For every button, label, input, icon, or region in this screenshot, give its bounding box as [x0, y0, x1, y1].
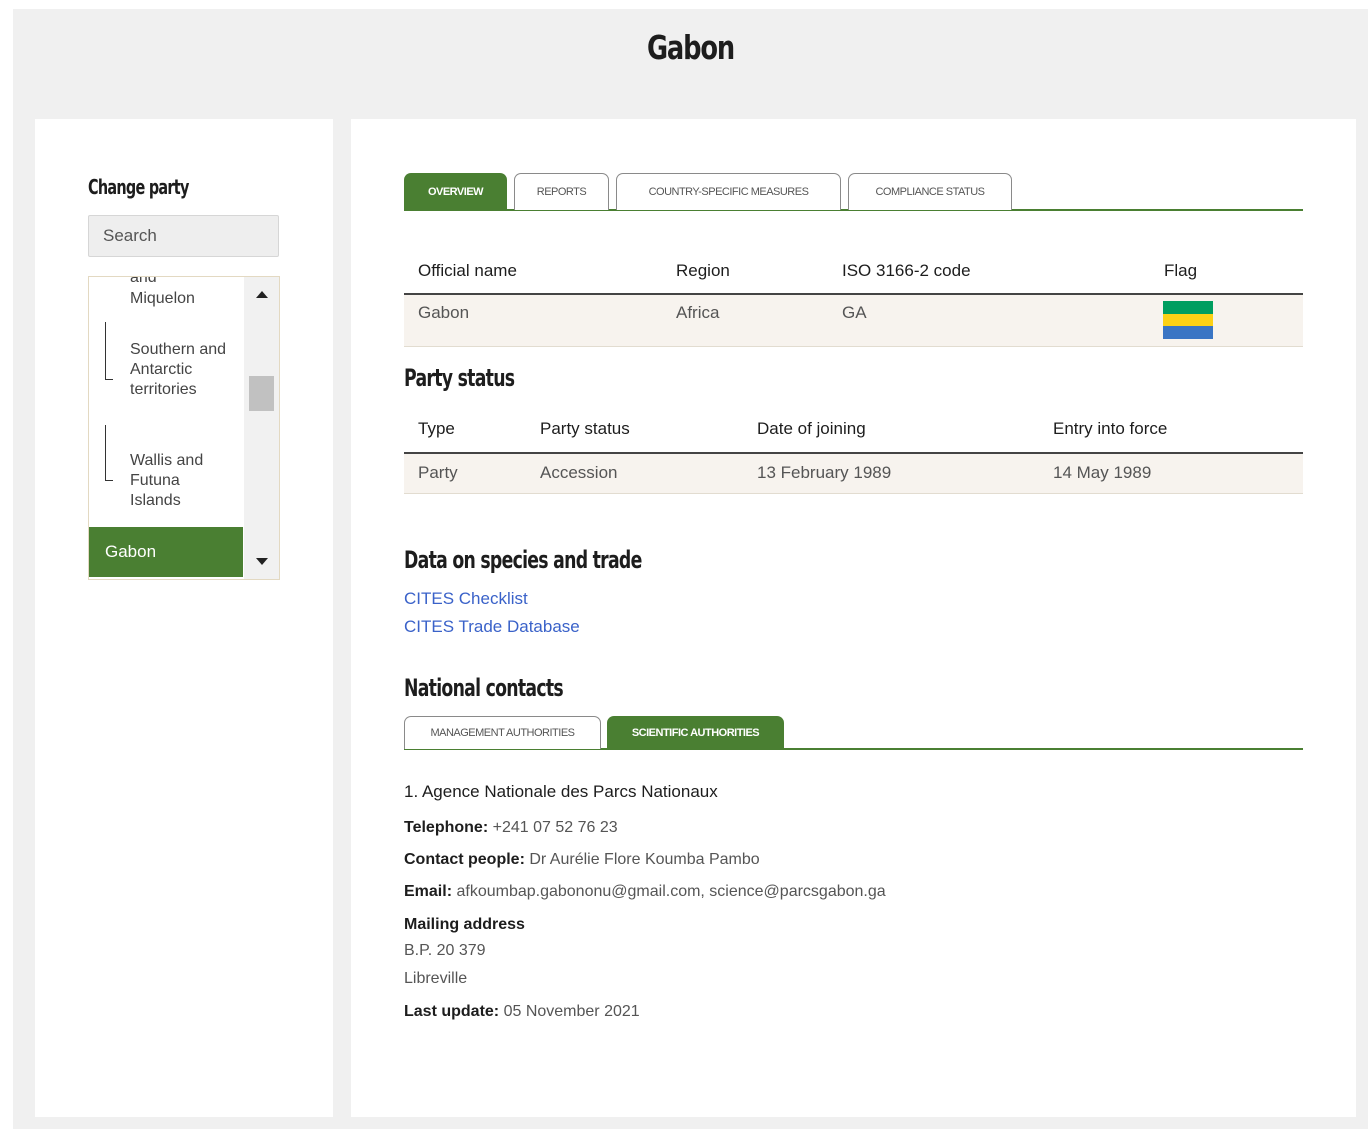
tree-line — [105, 322, 113, 380]
party-tabs: OVERVIEW REPORTS COUNTRY-SPECIFIC MEASUR… — [404, 173, 1303, 211]
change-party-title: Change party — [88, 175, 189, 199]
party-status-table: Type Party status Date of joining Entry … — [404, 408, 1303, 494]
cites-checklist-link[interactable]: CITES Checklist — [404, 589, 528, 609]
header-iso-code: ISO 3166-2 code — [842, 261, 971, 280]
email-line: Email: afkoumbap.gabononu@gmail.com, sci… — [404, 883, 886, 901]
scroll-down-arrow-icon[interactable] — [256, 558, 268, 565]
header-type: Type — [418, 419, 455, 438]
sidebar: Change party and Miquelon Southern and A… — [35, 119, 333, 1117]
tab-overview[interactable]: OVERVIEW — [404, 173, 507, 210]
email-label: Email: — [404, 883, 453, 900]
iso-code-value: GA — [842, 303, 867, 322]
header-party-status: Party status — [540, 419, 630, 438]
main-content: OVERVIEW REPORTS COUNTRY-SPECIFIC MEASUR… — [351, 119, 1356, 1117]
contact-people-label: Contact people: — [404, 851, 525, 868]
party-status-value: Accession — [540, 463, 618, 482]
type-value: Party — [418, 463, 458, 482]
tab-compliance-status[interactable]: COMPLIANCE STATUS — [848, 173, 1012, 210]
tab-reports[interactable]: REPORTS — [514, 173, 609, 210]
overview-table: Official name Region ISO 3166-2 code Fla… — [404, 249, 1303, 347]
header-official-name: Official name — [418, 261, 517, 280]
official-name-value: Gabon — [418, 303, 470, 322]
party-status-heading: Party status — [404, 364, 515, 392]
email-value: afkoumbap.gabononu@gmail.com, science@pa… — [456, 883, 886, 900]
cites-trade-database-link[interactable]: CITES Trade Database — [404, 617, 580, 637]
table-row: Gabon Africa GA — [404, 295, 1303, 347]
header-region: Region — [676, 261, 730, 280]
list-item-wallis-futuna[interactable]: Wallis and Futuna Islands — [130, 451, 230, 511]
telephone-line: Telephone: +241 07 52 76 23 — [404, 819, 618, 837]
last-update-label: Last update: — [404, 1003, 500, 1020]
tree-line — [105, 425, 113, 481]
last-update-line: Last update: 05 November 2021 — [404, 1003, 640, 1021]
overview-table-header: Official name Region ISO 3166-2 code Fla… — [404, 249, 1303, 295]
telephone-value: +241 07 52 76 23 — [492, 819, 618, 836]
entry-into-force-value: 14 May 1989 — [1053, 463, 1152, 482]
contact-people-value: Dr Aurélie Flore Koumba Pambo — [529, 851, 760, 868]
telephone-label: Telephone: — [404, 819, 489, 836]
list-item-gabon-selected[interactable]: Gabon — [89, 527, 243, 577]
address-line-1: B.P. 20 379 — [404, 942, 486, 959]
party-list[interactable]: and Miquelon Southern and Antarctic terr… — [88, 276, 280, 580]
list-scrollbar[interactable] — [244, 277, 279, 579]
last-update-value: 05 November 2021 — [503, 1003, 640, 1020]
table-row: Party Accession 13 February 1989 14 May … — [404, 454, 1303, 494]
header-entry-into-force: Entry into force — [1053, 419, 1168, 438]
contact-tabs: MANAGEMENT AUTHORITIES SCIENTIFIC AUTHOR… — [404, 716, 1303, 750]
gabon-flag-icon — [1163, 301, 1213, 339]
tab-scientific-authorities[interactable]: SCIENTIFIC AUTHORITIES — [607, 716, 784, 749]
header-date-joining: Date of joining — [757, 419, 866, 438]
tab-country-specific-measures[interactable]: COUNTRY-SPECIFIC MEASURES — [616, 173, 841, 210]
header-flag: Flag — [1164, 261, 1198, 280]
national-contacts-heading: National contacts — [404, 674, 564, 702]
contact-people-line: Contact people: Dr Aurélie Flore Koumba … — [404, 851, 760, 869]
page-title: Gabon — [646, 28, 735, 67]
list-item-southern-antarctic[interactable]: Southern and Antarctic territories — [130, 340, 230, 400]
party-search-input[interactable] — [88, 215, 279, 257]
date-joining-value: 13 February 1989 — [757, 463, 892, 482]
address-line-2: Libreville — [404, 970, 468, 987]
species-trade-heading: Data on species and trade — [404, 546, 642, 574]
authority-name: 1. Agence Nationale des Parcs Nationaux — [404, 782, 718, 801]
scroll-thumb[interactable] — [249, 376, 274, 411]
region-value: Africa — [676, 303, 720, 322]
party-status-table-header: Type Party status Date of joining Entry … — [404, 408, 1303, 454]
mailing-address-label: Mailing address — [404, 916, 525, 933]
scroll-up-arrow-icon[interactable] — [256, 291, 268, 298]
tab-management-authorities[interactable]: MANAGEMENT AUTHORITIES — [404, 716, 601, 749]
